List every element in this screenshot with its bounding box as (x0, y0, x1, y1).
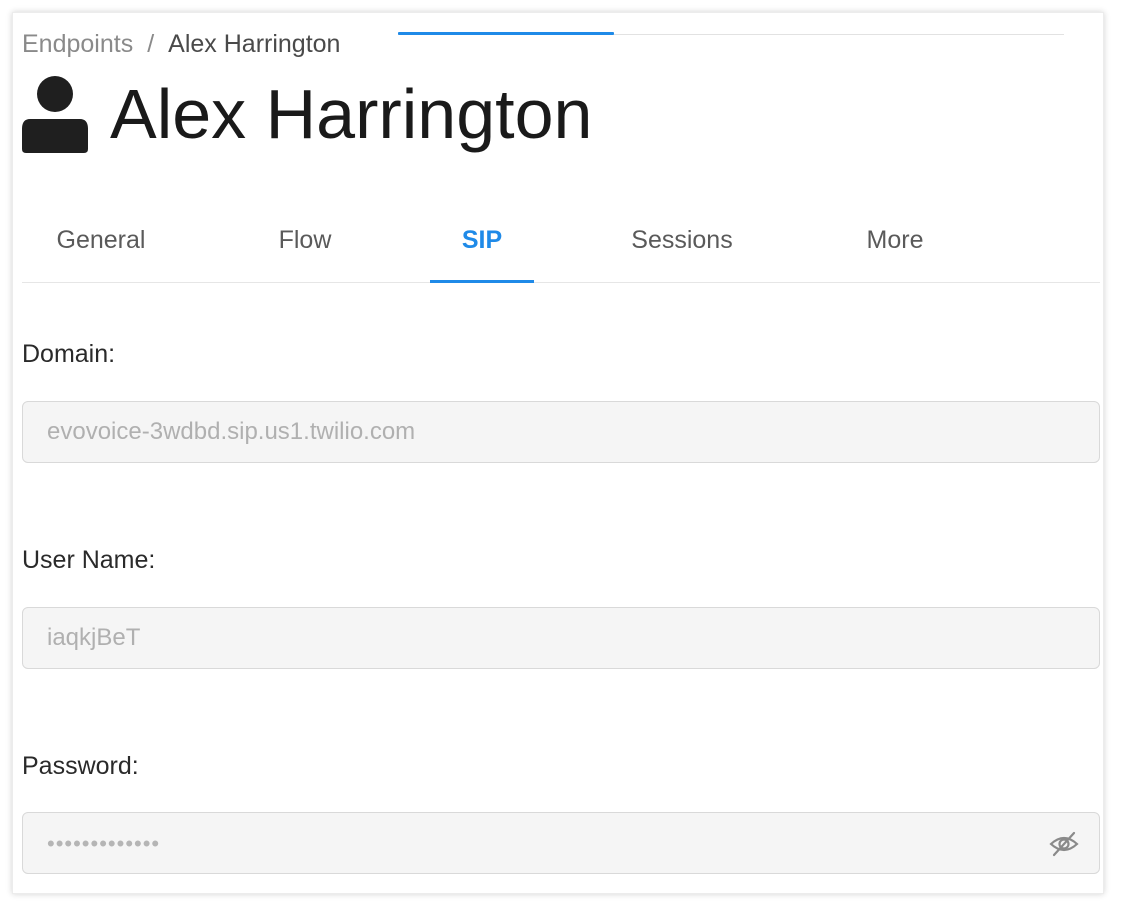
breadcrumb-current: Alex Harrington (168, 30, 341, 58)
tab-general-label: General (56, 226, 146, 254)
tab-flow-label: Flow (278, 226, 332, 254)
password-masked-value[interactable]: ••••••••••••• (47, 813, 160, 875)
password-field[interactable]: ••••••••••••• (22, 812, 1100, 874)
tab-general[interactable]: General (22, 210, 180, 282)
breadcrumb-endpoints-link[interactable]: Endpoints (22, 30, 133, 58)
breadcrumb-separator: / (147, 30, 155, 58)
tab-bar: General Flow SIP Sessions More (22, 210, 1100, 283)
user-name-label: User Name: (22, 546, 156, 574)
user-name-field[interactable] (22, 607, 1100, 669)
page-title-text: Alex Harrington (110, 75, 593, 153)
tab-sessions-label: Sessions (631, 226, 733, 254)
user-icon (22, 76, 88, 153)
eye-slash-icon[interactable] (1049, 830, 1079, 858)
domain-label-text: Domain (22, 340, 109, 368)
breadcrumb: Endpoints / Alex Harrington (22, 30, 340, 59)
domain-label: Domain: (22, 340, 116, 368)
tab-more[interactable]: More (828, 210, 962, 282)
password-label: Password: (22, 752, 139, 780)
user-name-input[interactable] (23, 608, 1099, 668)
domain-field[interactable] (22, 401, 1100, 463)
tab-sip-label: SIP (461, 226, 503, 254)
tab-flow[interactable]: Flow (232, 210, 378, 282)
domain-input[interactable] (23, 402, 1099, 462)
tab-sessions[interactable]: Sessions (602, 210, 762, 282)
progress-indicator (398, 32, 614, 35)
tab-more-label: More (866, 226, 924, 254)
tab-active-indicator (430, 280, 534, 283)
user-name-label-text: User Name (22, 546, 149, 574)
page-title: Alex Harrington (22, 72, 592, 156)
password-label-text: Password (22, 752, 132, 780)
tab-sip[interactable]: SIP (430, 210, 534, 283)
